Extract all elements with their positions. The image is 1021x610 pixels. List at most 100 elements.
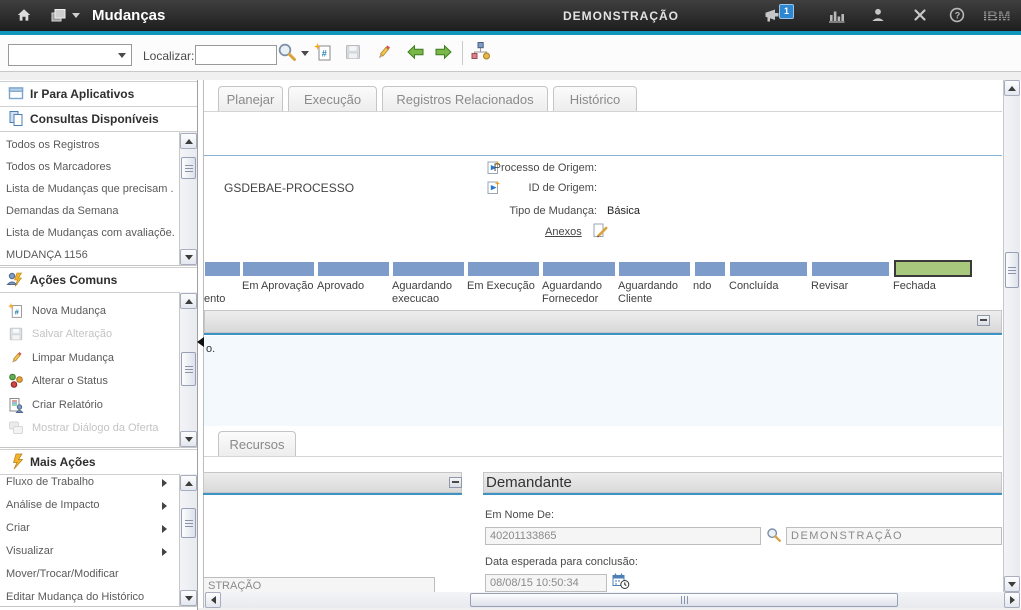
scroll-right-button[interactable]	[1004, 592, 1020, 608]
more-actions-scrollbar-track[interactable]	[180, 474, 197, 606]
change-type-label: Tipo de Mudança:	[450, 205, 597, 217]
tab-registros-relacionados[interactable]: Registros Relacionados	[382, 86, 548, 111]
help-icon[interactable]: ?	[949, 7, 965, 23]
tab-planejar[interactable]: Planejar	[218, 86, 283, 111]
query-item[interactable]: Demandas da Semana	[6, 205, 174, 217]
minimize-section-icon[interactable]	[977, 315, 990, 326]
tab-strip-divider	[204, 111, 1002, 112]
home-icon[interactable]	[16, 7, 32, 23]
change-type-value: Básica	[607, 205, 640, 217]
on-behalf-display-field[interactable]: DEMONSTRAÇÃO	[786, 527, 1002, 545]
more-action-item[interactable]: Mover/Trocar/Modificar	[6, 568, 158, 580]
status-label: execucao	[392, 293, 439, 305]
origin-process-label: Processo de Origem:	[450, 162, 597, 174]
app-switcher-caret-icon[interactable]	[72, 13, 80, 18]
queries-scrollbar-thumb[interactable]	[181, 157, 196, 179]
sidebar-header-go-to[interactable]: Ir Para Aplicativos	[0, 81, 197, 107]
search-input[interactable]	[195, 45, 277, 65]
next-record-icon[interactable]	[434, 43, 453, 61]
status-label: Revisar	[811, 280, 848, 292]
query-item[interactable]: MUDANÇA 1156	[6, 249, 174, 261]
status-segment	[812, 262, 889, 276]
action-item[interactable]: Criar Relatório	[32, 399, 176, 411]
more-actions-scroll-up-button[interactable]	[180, 475, 197, 491]
status-segment	[468, 262, 539, 276]
record-header-divider	[204, 155, 1002, 156]
status-segment	[730, 262, 807, 276]
on-behalf-label: Em Nome De:	[485, 509, 554, 521]
search-options-caret-icon[interactable]	[301, 51, 309, 56]
left-panel-underline	[203, 493, 462, 495]
minimize-left-panel-icon[interactable]	[449, 477, 462, 488]
status-label: Fechada	[893, 280, 936, 292]
action-item[interactable]: Limpar Mudança	[32, 352, 176, 364]
query-item[interactable]: Todos os Registros	[6, 139, 174, 151]
queries-scroll-up-button[interactable]	[180, 133, 197, 149]
more-actions-icon	[10, 453, 26, 470]
tab-recursos[interactable]: Recursos	[218, 431, 296, 456]
action-item[interactable]: Alterar o Status	[32, 375, 176, 387]
submenu-caret-icon	[162, 548, 167, 556]
scroll-down-button[interactable]	[1004, 576, 1020, 592]
clear-record-icon[interactable]	[374, 43, 393, 62]
status-segment	[695, 262, 725, 276]
horizontal-scrollbar-thumb[interactable]	[470, 593, 898, 607]
close-icon[interactable]	[913, 8, 927, 22]
lookup-magnifier-icon[interactable]	[766, 527, 782, 543]
status-label: ento	[204, 293, 225, 305]
clipped-text: o.	[206, 343, 215, 355]
sidebar-collapse-icon[interactable]	[197, 337, 204, 347]
more-actions-scroll-down-button[interactable]	[180, 590, 197, 606]
actions-scroll-up-button[interactable]	[180, 293, 197, 309]
section-header-band[interactable]	[204, 310, 1002, 333]
actions-scrollbar-thumb[interactable]	[181, 352, 196, 386]
app-switcher-icon[interactable]	[50, 7, 68, 23]
sidebar-header-common-actions[interactable]: Ações Comuns	[0, 267, 197, 293]
action-item-disabled: Salvar Alteração	[32, 328, 176, 340]
more-action-item[interactable]: Editar Mudança do Histórico	[6, 591, 158, 603]
new-record-icon[interactable]: #	[314, 43, 333, 62]
attachments-edit-icon[interactable]	[592, 222, 609, 239]
status-label: Fornecedor	[542, 293, 598, 305]
list-divider	[0, 265, 197, 266]
calendar-clock-icon[interactable]	[612, 572, 630, 590]
attachments-link[interactable]: Anexos	[545, 226, 582, 238]
sidebar-header-queries[interactable]: Consultas Disponíveis	[0, 106, 197, 132]
change-status-icon	[8, 373, 24, 389]
expected-date-field[interactable]: 08/08/15 10:50:34	[485, 574, 607, 592]
status-label: Concluída	[729, 280, 779, 292]
status-label: Em Execução	[467, 280, 535, 292]
on-behalf-field[interactable]: 40201133865	[485, 527, 761, 545]
previous-record-icon[interactable]	[406, 43, 425, 61]
profile-icon[interactable]	[870, 7, 886, 23]
vertical-scrollbar-thumb[interactable]	[1005, 252, 1019, 288]
list-divider	[0, 606, 197, 607]
more-action-item[interactable]: Análise de Impacto	[6, 499, 158, 511]
reports-icon[interactable]	[828, 8, 845, 23]
more-action-item[interactable]: Visualizar	[6, 545, 158, 557]
workflow-route-icon[interactable]	[470, 41, 491, 62]
query-item[interactable]: Todos os Marcadores	[6, 161, 174, 173]
more-action-item[interactable]: Fluxo de Trabalho	[6, 476, 158, 488]
more-actions-scrollbar-thumb[interactable]	[181, 508, 196, 538]
common-actions-icon	[6, 271, 24, 288]
actions-scroll-down-button[interactable]	[180, 431, 197, 447]
left-panel-header-band[interactable]	[203, 472, 462, 493]
query-item[interactable]: Lista de Mudanças que precisam ...	[6, 183, 174, 195]
queries-scroll-down-button[interactable]	[180, 249, 197, 265]
queries-scrollbar-track[interactable]	[180, 132, 197, 265]
query-item[interactable]: Lista de Mudanças com avaliaçõe...	[6, 227, 174, 239]
nav-select[interactable]	[8, 44, 132, 66]
tab-historico[interactable]: Histórico	[553, 86, 637, 111]
scroll-left-button[interactable]	[205, 592, 221, 608]
go-to-apps-icon	[8, 85, 25, 102]
tab-execucao[interactable]: Execução	[288, 86, 377, 111]
announcements-icon[interactable]	[762, 7, 780, 24]
more-action-item[interactable]: Criar	[6, 522, 158, 534]
action-item[interactable]: Nova Mudança	[32, 305, 176, 317]
sidebar-header-more-actions[interactable]: Mais Ações	[0, 449, 197, 475]
vertical-scrollbar-track[interactable]	[1004, 80, 1020, 592]
scroll-up-button[interactable]	[1004, 80, 1020, 96]
submenu-caret-icon	[162, 525, 167, 533]
search-icon[interactable]	[277, 42, 298, 63]
